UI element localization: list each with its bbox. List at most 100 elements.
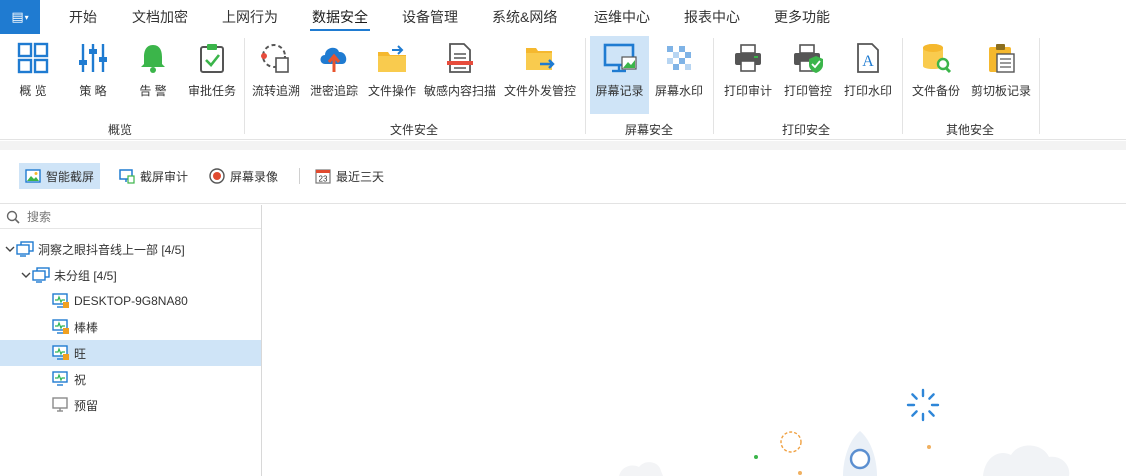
ribbon-leak-tracking-button[interactable]: 泄密追踪 [308, 36, 360, 114]
screen-recording-button[interactable]: 屏幕录像 [203, 163, 284, 189]
tree-search-box [0, 205, 261, 229]
app-menu-button[interactable]: ▤ ▾ [0, 0, 40, 34]
online-locked-computer-icon [52, 293, 70, 309]
ribbon-button-label: 策 略 [79, 84, 107, 98]
smart-screenshot-button[interactable]: 智能截屏 [19, 163, 101, 189]
tree-node-computer[interactable]: DESKTOP-9G8NA80 [0, 288, 261, 314]
ribbon-group-separator [244, 38, 245, 134]
search-icon [6, 210, 20, 224]
ribbon-alert-button[interactable]: 告 警 [130, 36, 176, 114]
ribbon-button-label: 剪切板记录 [970, 84, 1031, 98]
chevron-down-icon[interactable] [20, 269, 32, 281]
ribbon-file-backup-button[interactable]: 文件备份 [908, 36, 964, 114]
tree-search-input[interactable] [27, 209, 247, 224]
database-search-icon [918, 40, 954, 76]
ribbon-button-label: 文件备份 [911, 84, 960, 98]
tree-node-computer[interactable]: 预留 [0, 392, 261, 418]
ribbon-button-label: 审批任务 [187, 84, 236, 98]
ribbon-file-outgoing-control-button[interactable]: 文件外发管控 [502, 36, 578, 114]
ribbon-sensitive-scan-button[interactable]: 敏感内容扫描 [423, 36, 497, 114]
toolbar-separator [299, 168, 300, 184]
ribbon-group-separator [713, 38, 714, 134]
ribbon-clipboard-record-button[interactable]: 剪切板记录 [968, 36, 1034, 114]
device-tree-panel: 洞察之眼抖音线上一部 [4/5] 未分组 [4/5] DESKTOP-9G8NA… [0, 205, 262, 476]
tree-node-label: 洞察之眼抖音线上一部 [4/5] [38, 242, 185, 257]
monitor-picture-icon [602, 40, 638, 76]
ribbon-group-separator [1039, 38, 1040, 134]
chevron-down-icon[interactable] [4, 243, 16, 255]
ribbon-button-label: 打印水印 [843, 84, 892, 98]
ribbon-group-other-security-label: 其他安全 [946, 123, 995, 137]
svg-text:A: A [862, 53, 874, 70]
ribbon-button-label: 泄密追踪 [309, 84, 358, 98]
loading-illustration [619, 388, 1070, 476]
grid-icon [15, 40, 51, 76]
ribbon-button-label: 概 览 [19, 84, 47, 98]
clipboard-check-icon [194, 40, 230, 76]
tree-node-label: 祝 [74, 372, 87, 387]
orange-dot-decoration [927, 445, 931, 449]
ribbon-overview-button[interactable]: 概 览 [10, 36, 56, 114]
date-range-button[interactable]: 23 最近三天 [309, 163, 390, 189]
ribbon-group-print-security-label: 打印安全 [782, 123, 831, 137]
ribbon-file-operation-button[interactable]: 文件操作 [366, 36, 418, 114]
screenshot-audit-button[interactable]: 截屏审计 [113, 163, 194, 189]
computer-group-icon [32, 267, 50, 283]
app-menu-icon: ▤ [11, 9, 24, 24]
menu-start[interactable]: 开始 [67, 0, 99, 34]
svg-text:23: 23 [319, 175, 328, 184]
ribbon: 概 览 策 略 告 警 审批任务 概览 流转追溯 泄密追踪 文件操作 敏感内容扫… [0, 34, 1126, 140]
ribbon-screen-watermark-button[interactable]: 屏幕水印 [653, 36, 705, 114]
tree-node-root-group[interactable]: 洞察之眼抖音线上一部 [4/5] [0, 236, 261, 262]
tree-node-computer[interactable]: 祝 [0, 366, 261, 392]
dashed-circle-decoration [780, 431, 802, 453]
mosaic-icon [661, 40, 697, 76]
content-area [263, 205, 1126, 476]
ribbon-button-label: 告 警 [139, 84, 167, 98]
folder-exchange-icon [374, 40, 410, 76]
ribbon-print-watermark-button[interactable]: A 打印水印 [842, 36, 894, 114]
menu-internet-behavior[interactable]: 上网行为 [220, 0, 280, 34]
menu-device-management[interactable]: 设备管理 [400, 0, 460, 34]
ribbon-print-control-button[interactable]: 打印管控 [782, 36, 834, 114]
ribbon-approval-task-button[interactable]: 审批任务 [186, 36, 238, 114]
menu-document-encryption[interactable]: 文档加密 [130, 0, 190, 34]
toolbar-button-label: 屏幕录像 [230, 169, 279, 184]
ribbon-button-label: 文件外发管控 [503, 84, 576, 98]
monitor-audit-icon [119, 168, 135, 184]
ribbon-screen-record-button[interactable]: 屏幕记录 [590, 36, 649, 114]
record-icon [209, 168, 225, 184]
cloud-upload-icon [316, 40, 352, 76]
calendar-icon: 23 [315, 168, 331, 184]
tree-node-computer[interactable]: 棒棒 [0, 314, 261, 340]
clipboard-icon [983, 40, 1019, 76]
computer-group-icon [16, 241, 34, 257]
tree-node-ungrouped[interactable]: 未分组 [4/5] [0, 262, 261, 288]
tree-node-label: 棒棒 [74, 320, 99, 335]
menu-ops-center[interactable]: 运维中心 [592, 0, 652, 34]
ribbon-policy-button[interactable]: 策 略 [70, 36, 116, 114]
ribbon-print-audit-button[interactable]: 打印审计 [722, 36, 774, 114]
tree-node-label: 预留 [74, 398, 99, 413]
rocket-icon [843, 431, 877, 476]
menu-data-security[interactable]: 数据安全 [310, 0, 370, 34]
document-a-icon: A [850, 40, 886, 76]
orange-dot-decoration [798, 471, 802, 475]
menu-report-center[interactable]: 报表中心 [682, 0, 742, 34]
loading-spinner-icon [906, 388, 940, 422]
printer-shield-icon [790, 40, 826, 76]
tree-node-computer-selected[interactable]: 旺 [0, 340, 261, 366]
ribbon-button-label: 流转追溯 [251, 84, 300, 98]
menu-system-network[interactable]: 系统&网络 [490, 0, 559, 34]
menu-more-functions[interactable]: 更多功能 [772, 0, 832, 34]
online-locked-computer-icon [52, 345, 70, 361]
bell-icon [135, 40, 171, 76]
printer-icon [730, 40, 766, 76]
menu-bar: ▤ ▾ 开始 文档加密 上网行为 数据安全 设备管理 系统&网络 运维中心 报表中… [0, 0, 1126, 34]
green-dot-decoration [754, 455, 758, 459]
toolbar-button-label: 最近三天 [336, 169, 385, 184]
cloud-decoration [619, 462, 663, 476]
ribbon-flow-trace-button[interactable]: 流转追溯 [250, 36, 302, 114]
ribbon-button-label: 打印审计 [723, 84, 772, 98]
ribbon-group-separator [585, 38, 586, 134]
